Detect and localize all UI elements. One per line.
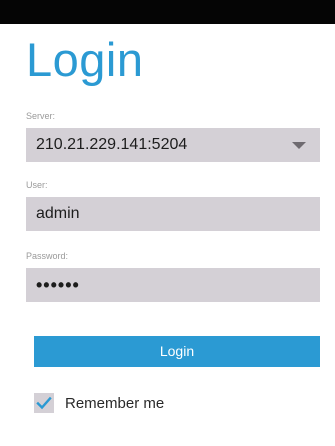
user-value: admin [36, 205, 80, 222]
password-label: Password: [26, 251, 69, 261]
checkmark-icon [36, 396, 52, 410]
chevron-down-icon[interactable] [292, 142, 306, 149]
server-value: 210.21.229.141:5204 [36, 136, 188, 153]
remember-me-row[interactable]: Remember me [34, 390, 164, 416]
login-screen: Login Server: 210.21.229.141:5204 User: … [0, 0, 335, 446]
user-label: User: [26, 180, 48, 190]
remember-me-label: Remember me [65, 394, 165, 412]
status-bar [0, 0, 335, 24]
user-input[interactable]: admin [26, 197, 320, 231]
login-button[interactable]: Login [34, 336, 320, 367]
password-value: •••••• [36, 275, 80, 295]
server-select[interactable]: 210.21.229.141:5204 [26, 128, 320, 162]
password-input[interactable]: •••••• [26, 268, 320, 302]
remember-me-checkbox[interactable] [34, 393, 54, 413]
page-title: Login [26, 33, 144, 86]
server-label: Server: [26, 111, 56, 121]
